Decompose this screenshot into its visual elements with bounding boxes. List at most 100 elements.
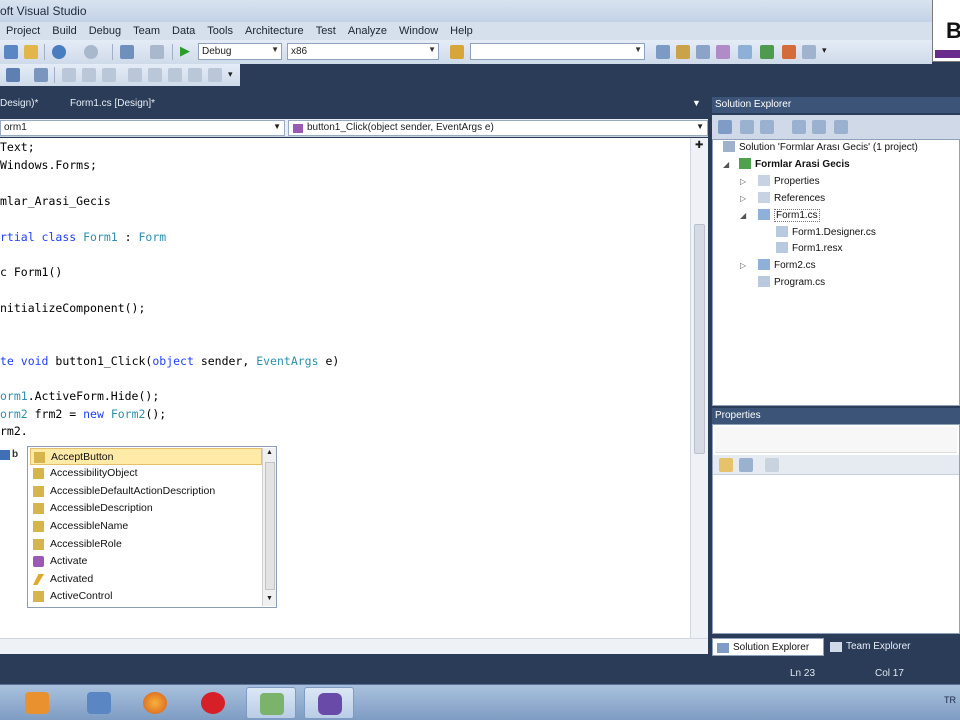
comment-out-icon[interactable]	[128, 68, 142, 82]
toolbar-options-icon[interactable]: ▾	[822, 45, 827, 56]
tree-form1[interactable]: Form1.cs	[758, 209, 820, 222]
tree-form1-resx[interactable]: Form1.resx	[776, 242, 843, 254]
tree-references[interactable]: References	[758, 192, 825, 204]
expand-arrow-icon[interactable]: ▷	[740, 261, 746, 270]
taskbar-network[interactable]	[246, 687, 296, 719]
completion-item[interactable]: AccessibleDescription	[30, 500, 262, 517]
toolbar-options-icon[interactable]: ▾	[228, 69, 233, 80]
form-file-icon	[758, 209, 770, 220]
tree-properties[interactable]: Properties	[758, 175, 820, 187]
split-icon[interactable]: ✚	[695, 140, 703, 151]
completion-scrollbar[interactable]: ▲ ▼	[262, 448, 276, 606]
completion-item[interactable]: AccessibleName	[30, 518, 262, 535]
tree-form1-designer[interactable]: Form1.Designer.cs	[776, 226, 876, 238]
type-dropdown[interactable]: orm1 ▼	[0, 120, 285, 136]
tree-solution[interactable]: Solution 'Formlar Arası Gecis' (1 projec…	[723, 141, 918, 153]
menu-analyze[interactable]: Analyze	[342, 25, 393, 37]
completion-item[interactable]: AcceptButton	[30, 448, 262, 465]
menu-debug[interactable]: Debug	[83, 25, 127, 37]
scroll-up-icon[interactable]: ▲	[266, 449, 273, 456]
completion-item[interactable]: Activated	[30, 571, 262, 588]
view-code-icon[interactable]	[792, 120, 806, 134]
uncomment-icon[interactable]	[148, 68, 162, 82]
solution-explorer-icon[interactable]	[656, 45, 670, 59]
collapse-arrow-icon[interactable]: ◢	[723, 160, 729, 169]
solution-platform-combo[interactable]: x86 ▼	[287, 43, 439, 60]
previous-bookmark-icon[interactable]	[188, 68, 202, 82]
menu-data[interactable]: Data	[166, 25, 201, 37]
server-explorer-icon[interactable]	[760, 45, 774, 59]
expand-arrow-icon[interactable]: ▷	[740, 177, 746, 186]
toggle-bookmark-icon[interactable]	[168, 68, 182, 82]
parameter-info-icon[interactable]	[34, 68, 48, 82]
menu-architecture[interactable]: Architecture	[239, 25, 310, 37]
editor-vertical-scrollbar[interactable]: ✚	[690, 138, 708, 638]
decrease-indent-icon[interactable]	[82, 68, 96, 82]
refresh-icon[interactable]	[760, 120, 774, 134]
properties-icon[interactable]	[718, 120, 732, 134]
editor-horizontal-scrollbar[interactable]	[0, 638, 708, 654]
complete-word-icon[interactable]	[62, 68, 76, 82]
menu-test[interactable]: Test	[310, 25, 342, 37]
tree-program[interactable]: Program.cs	[758, 276, 825, 288]
menu-help[interactable]: Help	[444, 25, 479, 37]
categorized-icon[interactable]	[719, 458, 733, 472]
properties-object-selector[interactable]	[715, 427, 957, 453]
tab-team-explorer[interactable]: Team Explorer	[826, 638, 936, 656]
menu-build[interactable]: Build	[46, 25, 82, 37]
navigate-backward-icon[interactable]	[120, 45, 134, 59]
quick-info-icon[interactable]	[6, 68, 20, 82]
tab-solution-explorer[interactable]: Solution Explorer	[712, 638, 824, 656]
new-project-icon[interactable]	[4, 45, 18, 59]
taskbar-media-player[interactable]	[12, 687, 62, 719]
object-browser-icon[interactable]	[696, 45, 710, 59]
menu-team[interactable]: Team	[127, 25, 166, 37]
scroll-down-icon[interactable]: ▼	[266, 595, 273, 602]
show-all-files-icon[interactable]	[740, 120, 754, 134]
find-in-files-icon[interactable]	[450, 45, 464, 59]
menu-project[interactable]: Project	[0, 25, 46, 37]
toolbox-icon[interactable]	[716, 45, 730, 59]
completion-item[interactable]: AccessibleRole	[30, 536, 262, 553]
taskbar-opera[interactable]	[188, 687, 238, 719]
find-combo[interactable]: ▼	[470, 43, 645, 60]
completion-item[interactable]: AccessibilityObject	[30, 465, 262, 482]
smart-tag-icon[interactable]	[0, 450, 10, 460]
class-diagram-icon[interactable]	[834, 120, 848, 134]
tree-form2[interactable]: Form2.cs	[758, 259, 816, 271]
completion-item[interactable]: ActiveControl	[30, 588, 262, 605]
taskbar-firefox[interactable]	[130, 687, 180, 719]
increase-indent-icon[interactable]	[102, 68, 116, 82]
solution-configuration-combo[interactable]: Debug ▼	[198, 43, 282, 60]
scrollbar-thumb[interactable]	[694, 224, 705, 454]
taskbar-visual-studio[interactable]	[304, 687, 354, 719]
team-explorer-icon[interactable]	[738, 45, 752, 59]
start-page-icon[interactable]	[782, 45, 796, 59]
expand-arrow-icon[interactable]: ▷	[740, 194, 746, 203]
start-debugging-icon[interactable]: ▶	[180, 43, 190, 59]
view-designer-icon[interactable]	[812, 120, 826, 134]
completion-list[interactable]: AcceptButton AccessibilityObject Accessi…	[27, 446, 277, 608]
tab-form1-design[interactable]: Form1.cs [Design]*	[70, 98, 155, 109]
property-pages-icon[interactable]	[765, 458, 779, 472]
open-file-icon[interactable]	[24, 45, 38, 59]
alphabetical-icon[interactable]	[739, 458, 753, 472]
next-bookmark-icon[interactable]	[208, 68, 222, 82]
undo-icon[interactable]	[52, 45, 66, 59]
collapse-arrow-icon[interactable]: ◢	[740, 211, 746, 220]
redo-icon[interactable]	[84, 45, 98, 59]
tree-project[interactable]: Formlar Arasi Gecis	[739, 158, 850, 170]
member-dropdown[interactable]: button1_Click(object sender, EventArgs e…	[288, 120, 708, 136]
completion-item[interactable]: Activate	[30, 553, 262, 570]
menu-window[interactable]: Window	[393, 25, 444, 37]
navigate-forward-icon[interactable]	[150, 45, 164, 59]
extension-manager-icon[interactable]	[802, 45, 816, 59]
taskbar-app[interactable]	[74, 687, 124, 719]
properties-window-icon[interactable]	[676, 45, 690, 59]
language-indicator[interactable]: TR	[944, 695, 956, 705]
tab-form2-design[interactable]: Design)*	[0, 98, 38, 109]
menu-tools[interactable]: Tools	[201, 25, 239, 37]
scrollbar-thumb[interactable]	[265, 462, 275, 590]
tab-dropdown-icon[interactable]: ▼	[692, 98, 702, 108]
completion-item[interactable]: AccessibleDefaultActionDescription	[30, 483, 262, 500]
